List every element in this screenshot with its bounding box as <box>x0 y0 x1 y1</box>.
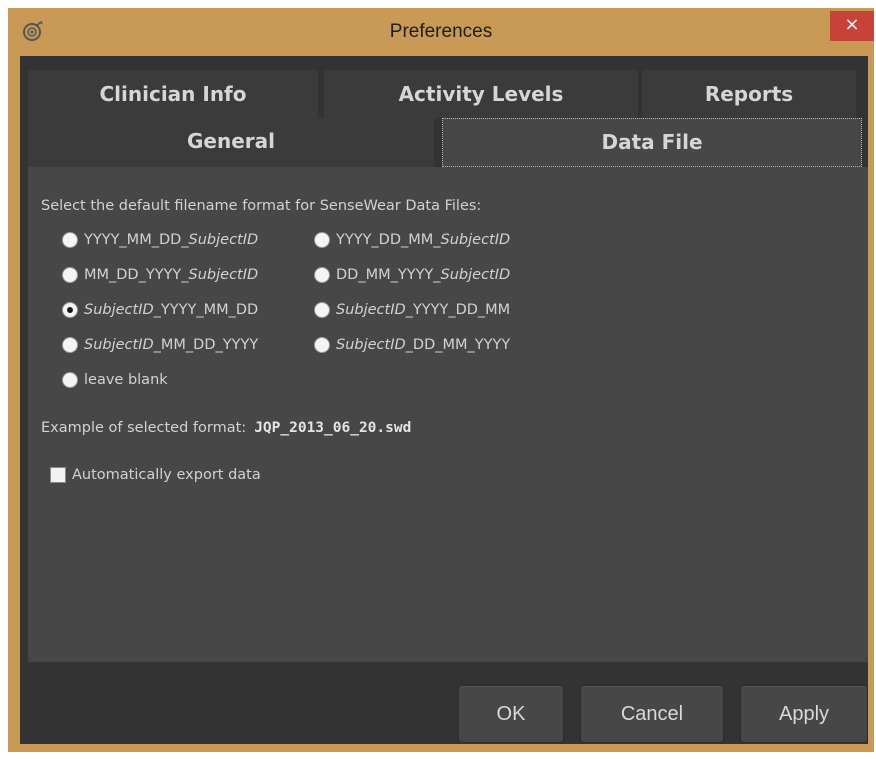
example-label: Example of selected format: <box>41 420 247 436</box>
cancel-button[interactable]: Cancel <box>580 685 724 743</box>
format-option-text: _MM_DD_YYYY <box>153 337 259 353</box>
format-option-radio[interactable]: YYYY_DD_MM_ SubjectID <box>314 229 510 251</box>
format-option-text: SubjectID <box>440 267 511 283</box>
data-file-panel: Select the default filename format for S… <box>28 167 868 662</box>
format-option-text: YYYY_DD_MM_ <box>336 232 441 248</box>
example-format: Example of selected format: JQP_2013_06_2… <box>41 420 411 436</box>
auto-export-checkbox[interactable]: Automatically export data <box>50 467 261 483</box>
ok-button[interactable]: OK <box>458 685 564 743</box>
format-option-text: SubjectID <box>188 232 259 248</box>
format-option-text: SubjectID <box>336 337 406 353</box>
format-option-radio[interactable]: YYYY_MM_DD_ SubjectID <box>62 229 258 251</box>
example-value: JQP_2013_06_20.swd <box>254 420 412 436</box>
close-button[interactable]: × <box>830 11 874 41</box>
filename-format-label: Select the default filename format for S… <box>41 198 482 214</box>
format-option-radio[interactable]: leave blank <box>62 369 168 391</box>
format-option-radio[interactable]: SubjectID _DD_MM_YYYY <box>314 334 510 356</box>
apply-button[interactable]: Apply <box>740 685 868 743</box>
tab-activity-levels[interactable]: Activity Levels <box>324 70 638 118</box>
format-option-text: _DD_MM_YYYY <box>405 337 511 353</box>
format-option-text: SubjectID <box>188 267 259 283</box>
format-option-radio[interactable]: SubjectID _YYYY_MM_DD <box>62 299 258 321</box>
radio-button[interactable] <box>62 232 78 248</box>
format-option-radio[interactable]: MM_DD_YYYY_ SubjectID <box>62 264 258 286</box>
dialog-client-area: Clinician Info Activity Levels Reports G… <box>20 56 868 744</box>
auto-export-box[interactable] <box>50 467 66 483</box>
radio-button[interactable] <box>314 302 330 318</box>
format-option-text: leave blank <box>84 372 168 388</box>
tab-reports[interactable]: Reports <box>642 70 856 118</box>
tab-clinician-info[interactable]: Clinician Info <box>28 70 318 118</box>
auto-export-label: Automatically export data <box>72 467 261 483</box>
radio-button[interactable] <box>62 372 78 388</box>
format-option-text: _YYYY_DD_MM <box>405 302 511 318</box>
format-option-radio[interactable]: DD_MM_YYYY_ SubjectID <box>314 264 510 286</box>
format-option-radio[interactable]: SubjectID _YYYY_DD_MM <box>314 299 510 321</box>
window-title: Preferences <box>389 21 493 42</box>
format-option-text: MM_DD_YYYY_ <box>84 267 189 283</box>
format-option-text: SubjectID <box>84 302 154 318</box>
tab-general[interactable]: General <box>28 118 434 167</box>
format-option-text: DD_MM_YYYY_ <box>336 267 441 283</box>
format-option-text: SubjectID <box>440 232 511 248</box>
radio-button[interactable] <box>314 232 330 248</box>
radio-button[interactable] <box>62 267 78 283</box>
format-option-text: SubjectID <box>336 302 406 318</box>
format-option-text: _YYYY_MM_DD <box>153 302 259 318</box>
tab-data-file[interactable]: Data File <box>442 118 862 167</box>
preferences-window: Preferences × Clinician Info Activity Le… <box>8 8 874 752</box>
radio-button[interactable] <box>62 337 78 353</box>
format-option-text: YYYY_MM_DD_ <box>84 232 189 248</box>
format-option-text: SubjectID <box>84 337 154 353</box>
format-option-radio[interactable]: SubjectID _MM_DD_YYYY <box>62 334 258 356</box>
radio-button[interactable] <box>62 302 78 318</box>
title-bar[interactable]: Preferences × <box>8 8 874 56</box>
radio-button[interactable] <box>314 267 330 283</box>
radio-button[interactable] <box>314 337 330 353</box>
